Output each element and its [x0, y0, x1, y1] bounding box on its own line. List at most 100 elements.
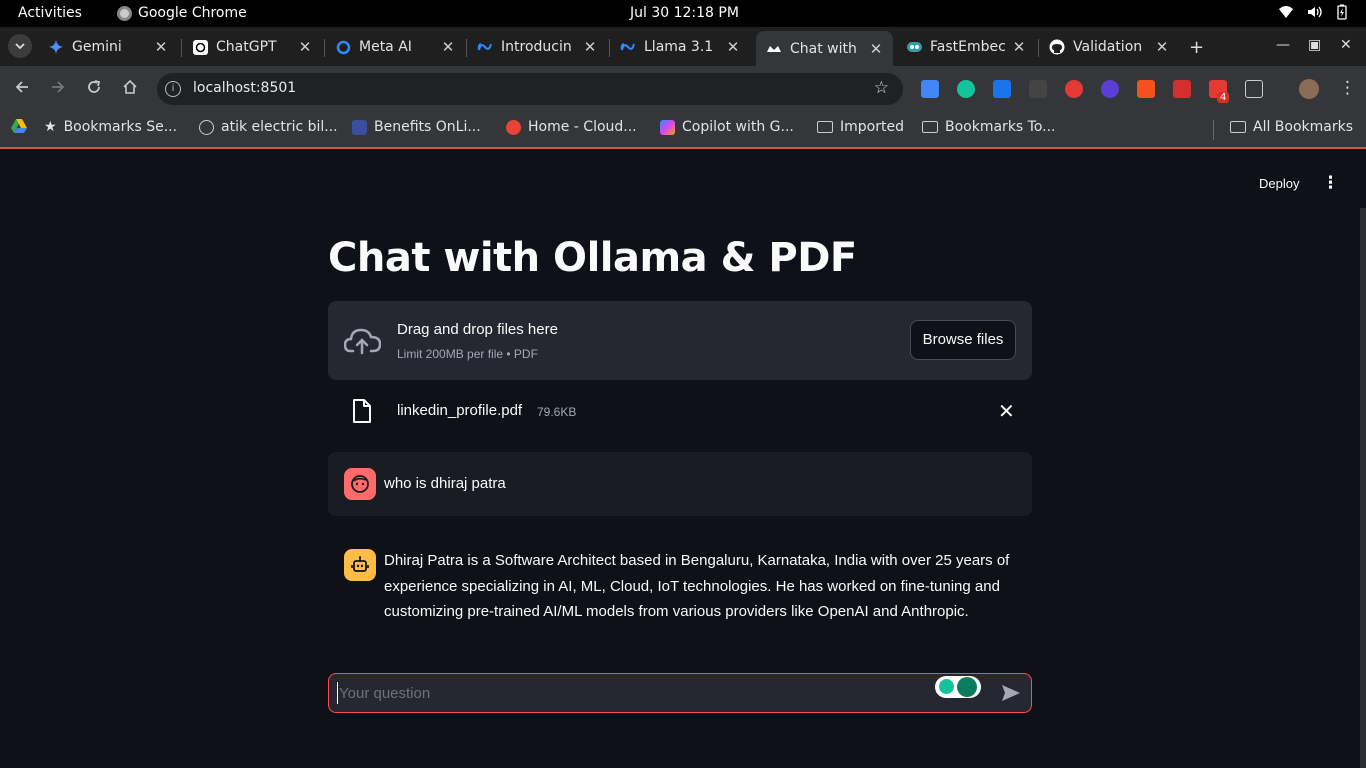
- bookmark-label: Bookmarks To...: [945, 119, 1056, 135]
- bookmark-item[interactable]: ★ Bookmarks Se...: [44, 119, 177, 135]
- bookmark-label: Bookmarks Se...: [63, 119, 178, 135]
- reload-icon: [88, 80, 101, 93]
- browser-toolbar: i localhost:8501 ☆ 4 ⋮: [0, 66, 1366, 112]
- site-info-icon[interactable]: i: [165, 81, 181, 97]
- meta-icon: [477, 39, 493, 55]
- system-tray[interactable]: [1278, 4, 1350, 20]
- tab-gemini[interactable]: Gemini ✕: [38, 31, 178, 63]
- grammarly-g-icon: [957, 677, 977, 697]
- extension-icon[interactable]: [1137, 80, 1155, 98]
- close-icon[interactable]: ✕: [152, 38, 170, 56]
- minimize-button[interactable]: —: [1276, 37, 1290, 53]
- question-input[interactable]: [337, 682, 927, 704]
- grammarly-plus-icon: [939, 679, 954, 694]
- extension-icon[interactable]: [993, 80, 1011, 98]
- chat-message-user: who is dhiraj patra: [328, 452, 1032, 516]
- streamlit-icon: [766, 41, 782, 57]
- bookmark-item[interactable]: Benefits OnLi...: [352, 119, 481, 135]
- bookmark-folder[interactable]: Imported: [817, 119, 904, 135]
- robot-icon: [351, 556, 369, 572]
- tab-title: ChatGPT: [216, 39, 277, 55]
- close-icon[interactable]: ✕: [581, 38, 599, 56]
- bookmark-folder[interactable]: Bookmarks To...: [922, 119, 1056, 135]
- bookmark-item[interactable]: Copilot with G...: [660, 119, 794, 135]
- user-avatar: [344, 468, 376, 500]
- notification-badge: 4: [1217, 92, 1230, 103]
- bookmark-item[interactable]: Home - Cloud...: [506, 119, 637, 135]
- new-tab-button[interactable]: +: [1189, 37, 1204, 58]
- close-icon[interactable]: ✕: [1153, 38, 1171, 56]
- tab-title: Chat with: [790, 40, 857, 57]
- app-name: Google Chrome: [138, 5, 247, 21]
- bookmark-label: Benefits OnLi...: [374, 119, 481, 135]
- browse-files-button[interactable]: Browse files: [910, 320, 1016, 360]
- reload-button[interactable]: [84, 79, 104, 100]
- profile-avatar[interactable]: [1299, 79, 1319, 99]
- tab-chatgpt[interactable]: ChatGPT ✕: [182, 31, 322, 63]
- file-name: linkedin_profile.pdf: [397, 402, 523, 419]
- fastembed-icon: [906, 39, 922, 55]
- forward-button[interactable]: [48, 79, 68, 100]
- tab-fastembed[interactable]: FastEmbec ✕: [896, 31, 1036, 63]
- app-menu-icon[interactable]: ⋮: [1322, 173, 1339, 193]
- home-icon: [123, 79, 137, 94]
- google-drive-bookmark[interactable]: [11, 119, 27, 133]
- bookmark-label: Copilot with G...: [682, 119, 794, 135]
- bookmark-item[interactable]: atik electric bil...: [199, 119, 338, 135]
- tab-llama[interactable]: Llama 3.1 ✕: [610, 31, 750, 63]
- back-button[interactable]: [12, 79, 32, 100]
- close-window-button[interactable]: ✕: [1340, 37, 1352, 53]
- address-bar[interactable]: i localhost:8501 ☆: [157, 73, 903, 105]
- close-icon[interactable]: ✕: [1010, 38, 1028, 56]
- tab-meta-ai[interactable]: Meta AI ✕: [325, 31, 465, 63]
- maximize-button[interactable]: ▣: [1308, 37, 1321, 53]
- bookmarks-bar: ★ Bookmarks Se... atik electric bil... B…: [0, 112, 1366, 149]
- home-button[interactable]: [120, 79, 140, 100]
- close-icon[interactable]: ✕: [867, 40, 885, 58]
- scrollbar[interactable]: [1360, 208, 1366, 768]
- tab-introducing[interactable]: Introducin ✕: [467, 31, 607, 63]
- tab-title: Meta AI: [359, 39, 412, 55]
- tab-title: Gemini: [72, 39, 122, 55]
- benefits-icon: [352, 119, 367, 135]
- grammarly-widget[interactable]: [935, 676, 981, 698]
- tab-strip: Gemini ✕ ChatGPT ✕ Meta AI ✕ Introducin …: [0, 27, 1366, 66]
- tab-title: Introducin: [501, 39, 572, 55]
- message-text: Dhiraj Patra is a Software Architect bas…: [384, 552, 1010, 620]
- extension-icon[interactable]: [1065, 80, 1083, 98]
- close-icon[interactable]: ✕: [296, 38, 314, 56]
- assistant-avatar: [344, 549, 376, 581]
- upload-limit-text: Limit 200MB per file • PDF: [397, 347, 538, 361]
- bookmark-label: atik electric bil...: [221, 119, 338, 135]
- tab-validation[interactable]: Validation ✕: [1039, 31, 1179, 63]
- browser-menu-icon[interactable]: ⋮: [1339, 78, 1356, 98]
- file-uploader-dropzone[interactable]: Drag and drop files here Limit 200MB per…: [328, 301, 1032, 380]
- close-icon[interactable]: ✕: [724, 38, 742, 56]
- close-icon[interactable]: ✕: [439, 38, 457, 56]
- bookmark-label: Home - Cloud...: [528, 119, 637, 135]
- bookmark-label: All Bookmarks: [1253, 119, 1354, 135]
- deploy-button[interactable]: Deploy: [1259, 176, 1299, 191]
- app-menu[interactable]: Google Chrome: [117, 5, 247, 21]
- tab-title: FastEmbec: [930, 39, 1006, 55]
- grammarly-icon[interactable]: [957, 80, 975, 98]
- pen-icon[interactable]: [1173, 80, 1191, 98]
- send-icon[interactable]: [1001, 683, 1021, 703]
- tab-chat-with[interactable]: Chat with ✕: [756, 31, 893, 66]
- dropzone-instructions: Drag and drop files here: [397, 321, 558, 338]
- face-icon: [351, 475, 369, 493]
- activities-button[interactable]: Activities: [18, 5, 82, 21]
- gemini-icon: [48, 39, 64, 55]
- remove-file-icon[interactable]: ✕: [998, 399, 1015, 423]
- meta-ai-icon: [335, 39, 351, 55]
- extension-icon[interactable]: [1029, 80, 1047, 98]
- all-bookmarks-folder[interactable]: All Bookmarks: [1230, 119, 1353, 135]
- extensions-puzzle-icon[interactable]: [1245, 80, 1263, 98]
- battery-icon: [1337, 4, 1347, 20]
- chat-message-assistant: Dhiraj Patra is a Software Architect bas…: [328, 535, 1032, 631]
- google-translate-icon[interactable]: [921, 80, 939, 98]
- clock[interactable]: Jul 30 12:18 PM: [630, 5, 739, 21]
- tab-search-button[interactable]: [8, 34, 32, 58]
- extension-icon[interactable]: [1101, 80, 1119, 98]
- bookmark-star-icon[interactable]: ☆: [874, 78, 889, 98]
